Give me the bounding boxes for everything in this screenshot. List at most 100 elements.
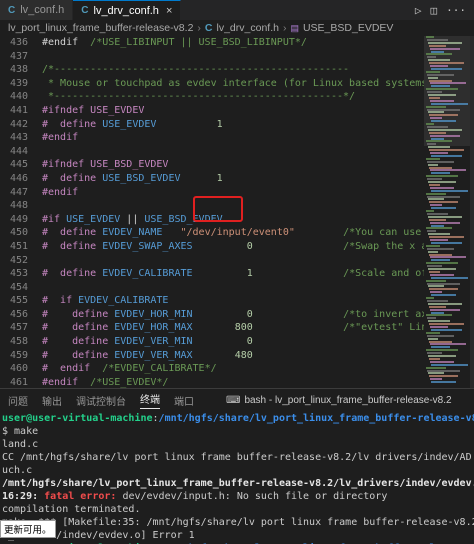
tab-output[interactable]: 输出 [42, 393, 62, 408]
code-line[interactable]: 437 [0, 50, 424, 64]
line-number: 459 [9, 349, 28, 361]
minimap-line [429, 149, 464, 152]
code-line[interactable]: 460 # endif /*EVDEV_CALIBRATE*/ [0, 362, 424, 376]
tab-ports[interactable]: 端口 [174, 393, 194, 408]
code-token: /*EVDEV_CALIBRATE*/ [102, 363, 217, 375]
terminal-icon: ⌨ [226, 394, 241, 406]
minimap-line [430, 82, 466, 85]
minimap-line [431, 241, 462, 244]
code-line[interactable]: 458 # define EVDEV_VER_MIN 0 [0, 335, 424, 349]
run-icon[interactable]: ▷ [415, 4, 422, 17]
code-token: # endif [42, 363, 103, 375]
minimap-line [429, 270, 440, 273]
code-token: USE_EVDEV [102, 118, 157, 130]
code-token: EVDEV_NAME [102, 227, 163, 239]
minimap-line [431, 137, 444, 140]
minimap-line [426, 157, 440, 160]
code-text: # endif /*EVDEV_CALIBRATE*/ [42, 362, 217, 376]
code-line[interactable]: 440 *-----------------------------------… [0, 90, 424, 104]
code-line[interactable]: 439 * Mouse or touchpad as evdev interfa… [0, 77, 424, 91]
minimap-line [428, 320, 450, 323]
code-line[interactable]: 455 # if EVDEV_CALIBRATE [0, 294, 424, 308]
code-line[interactable]: 454 [0, 281, 424, 295]
minimap-line [428, 215, 462, 218]
code-token: # define [42, 172, 103, 184]
code-line[interactable]: 441 #ifndef USE_EVDEV [0, 104, 424, 118]
code-token: #endif [42, 186, 79, 198]
minimap-line [428, 76, 438, 79]
terminal-text: land.c [2, 439, 39, 450]
tab-label: lv_conf.h [20, 4, 65, 16]
code-line[interactable]: 452 [0, 254, 424, 268]
tab-label: lv_drv_conf.h [93, 4, 159, 17]
chevron-right-icon: › [282, 22, 287, 34]
minimap-line [431, 154, 462, 157]
minimap-line [428, 59, 450, 62]
minimap-line [426, 244, 440, 247]
minimap-line [431, 294, 456, 297]
tab-problems[interactable]: 问题 [8, 393, 28, 408]
minimap-line [429, 201, 458, 204]
tab-terminal[interactable]: 终端 [140, 391, 160, 409]
code-token: EVDEV_CALIBRATE [78, 295, 169, 307]
code-token: 800 [234, 322, 253, 334]
code-line[interactable]: 445 #ifndef USE_BSD_EVDEV [0, 158, 424, 172]
minimap[interactable] [424, 36, 474, 388]
code-line[interactable]: 444 [0, 145, 424, 159]
split-editor-icon[interactable]: ◫ [431, 4, 438, 17]
code-line[interactable]: 438 /*-----------------------------------… [0, 63, 424, 77]
code-line[interactable]: 450 # define EVDEV_NAME "/dev/input/event… [0, 226, 424, 240]
tab-lv-drv-conf[interactable]: C lv_drv_conf.h × [73, 0, 182, 20]
terminal-output[interactable]: user@user-virtual-machine:/mnt/hgfs/shar… [0, 412, 474, 544]
minimap-line [429, 114, 458, 117]
code-token: #endif [42, 132, 79, 144]
breadcrumb-folder[interactable]: lv_port_linux_frame_buffer-release-v8.2 [8, 22, 193, 34]
terminal-line: 16:29: fatal error: dev/evdev/input.h: N… [2, 490, 474, 503]
minimap-line [429, 183, 440, 186]
code-line[interactable]: 453 # define EVDEV_CALIBRATE 1 /*Scale an… [0, 267, 424, 281]
minimap-line [429, 131, 446, 134]
minimap-line [426, 227, 452, 230]
c-file-icon: C [81, 5, 89, 16]
code-token: /*Scale and offse [343, 268, 424, 280]
minimap-line [426, 331, 440, 334]
code-editor[interactable]: 436 #endif /*USE_LIBINPUT || USE_BSD_LIBI… [0, 36, 424, 388]
code-text: # define EVDEV_VER_MIN 0 [42, 335, 253, 349]
minimap-line [428, 233, 450, 236]
minimap-line [431, 276, 468, 279]
minimap-line [430, 152, 448, 154]
code-line[interactable]: 457 # define EVDEV_HOR_MAX 800 /*"evtest"… [0, 321, 424, 335]
code-line[interactable]: 442 # define USE_EVDEV 1 [0, 118, 424, 132]
tab-lv-conf[interactable]: C lv_conf.h [0, 0, 74, 20]
code-token: # define [42, 322, 115, 334]
minimap-line [430, 186, 454, 189]
tab-debug-console[interactable]: 调试控制台 [76, 393, 126, 408]
code-line[interactable]: 451 # define EVDEV_SWAP_AXES 0 /*Swap the… [0, 240, 424, 254]
update-available-tooltip[interactable]: 更新可用。 [0, 520, 56, 538]
code-line[interactable]: 459 # define EVDEV_VER_MAX 480 [0, 349, 424, 363]
line-number: 455 [9, 295, 28, 307]
code-line[interactable]: 436 #endif /*USE_LIBINPUT || USE_BSD_LIBI… [0, 36, 424, 50]
code-line[interactable]: 461 #endif /*USE_EVDEV*/ [0, 376, 424, 388]
code-token: 1 [216, 118, 223, 130]
code-line[interactable]: 446 # define USE_BSD_EVDEV 1 [0, 172, 424, 186]
vertical-scrollbar[interactable] [470, 36, 474, 388]
breadcrumb-symbol[interactable]: USE_BSD_EVDEV [303, 22, 393, 34]
more-icon[interactable]: ··· [446, 4, 466, 17]
breadcrumb-file[interactable]: lv_drv_conf.h [217, 22, 279, 34]
code-line[interactable]: 443 #endif [0, 131, 424, 145]
terminal-name: bash - lv_port_linux_frame_buffer-releas… [244, 394, 452, 406]
terminal-instance-label[interactable]: ⌨ bash - lv_port_linux_frame_buffer-rele… [226, 395, 452, 406]
code-token: 480 [234, 349, 253, 361]
code-line[interactable]: 456 # define EVDEV_HOR_MIN 0 /*to invert … [0, 308, 424, 322]
minimap-line [427, 212, 448, 215]
line-number: 456 [9, 308, 28, 320]
bottom-panel: 问题 输出 调试控制台 终端 端口 ⌨ bash - lv_port_linux… [0, 388, 474, 544]
close-icon[interactable]: × [166, 5, 172, 17]
minimap-line [427, 334, 454, 337]
minimap-line [426, 279, 446, 282]
